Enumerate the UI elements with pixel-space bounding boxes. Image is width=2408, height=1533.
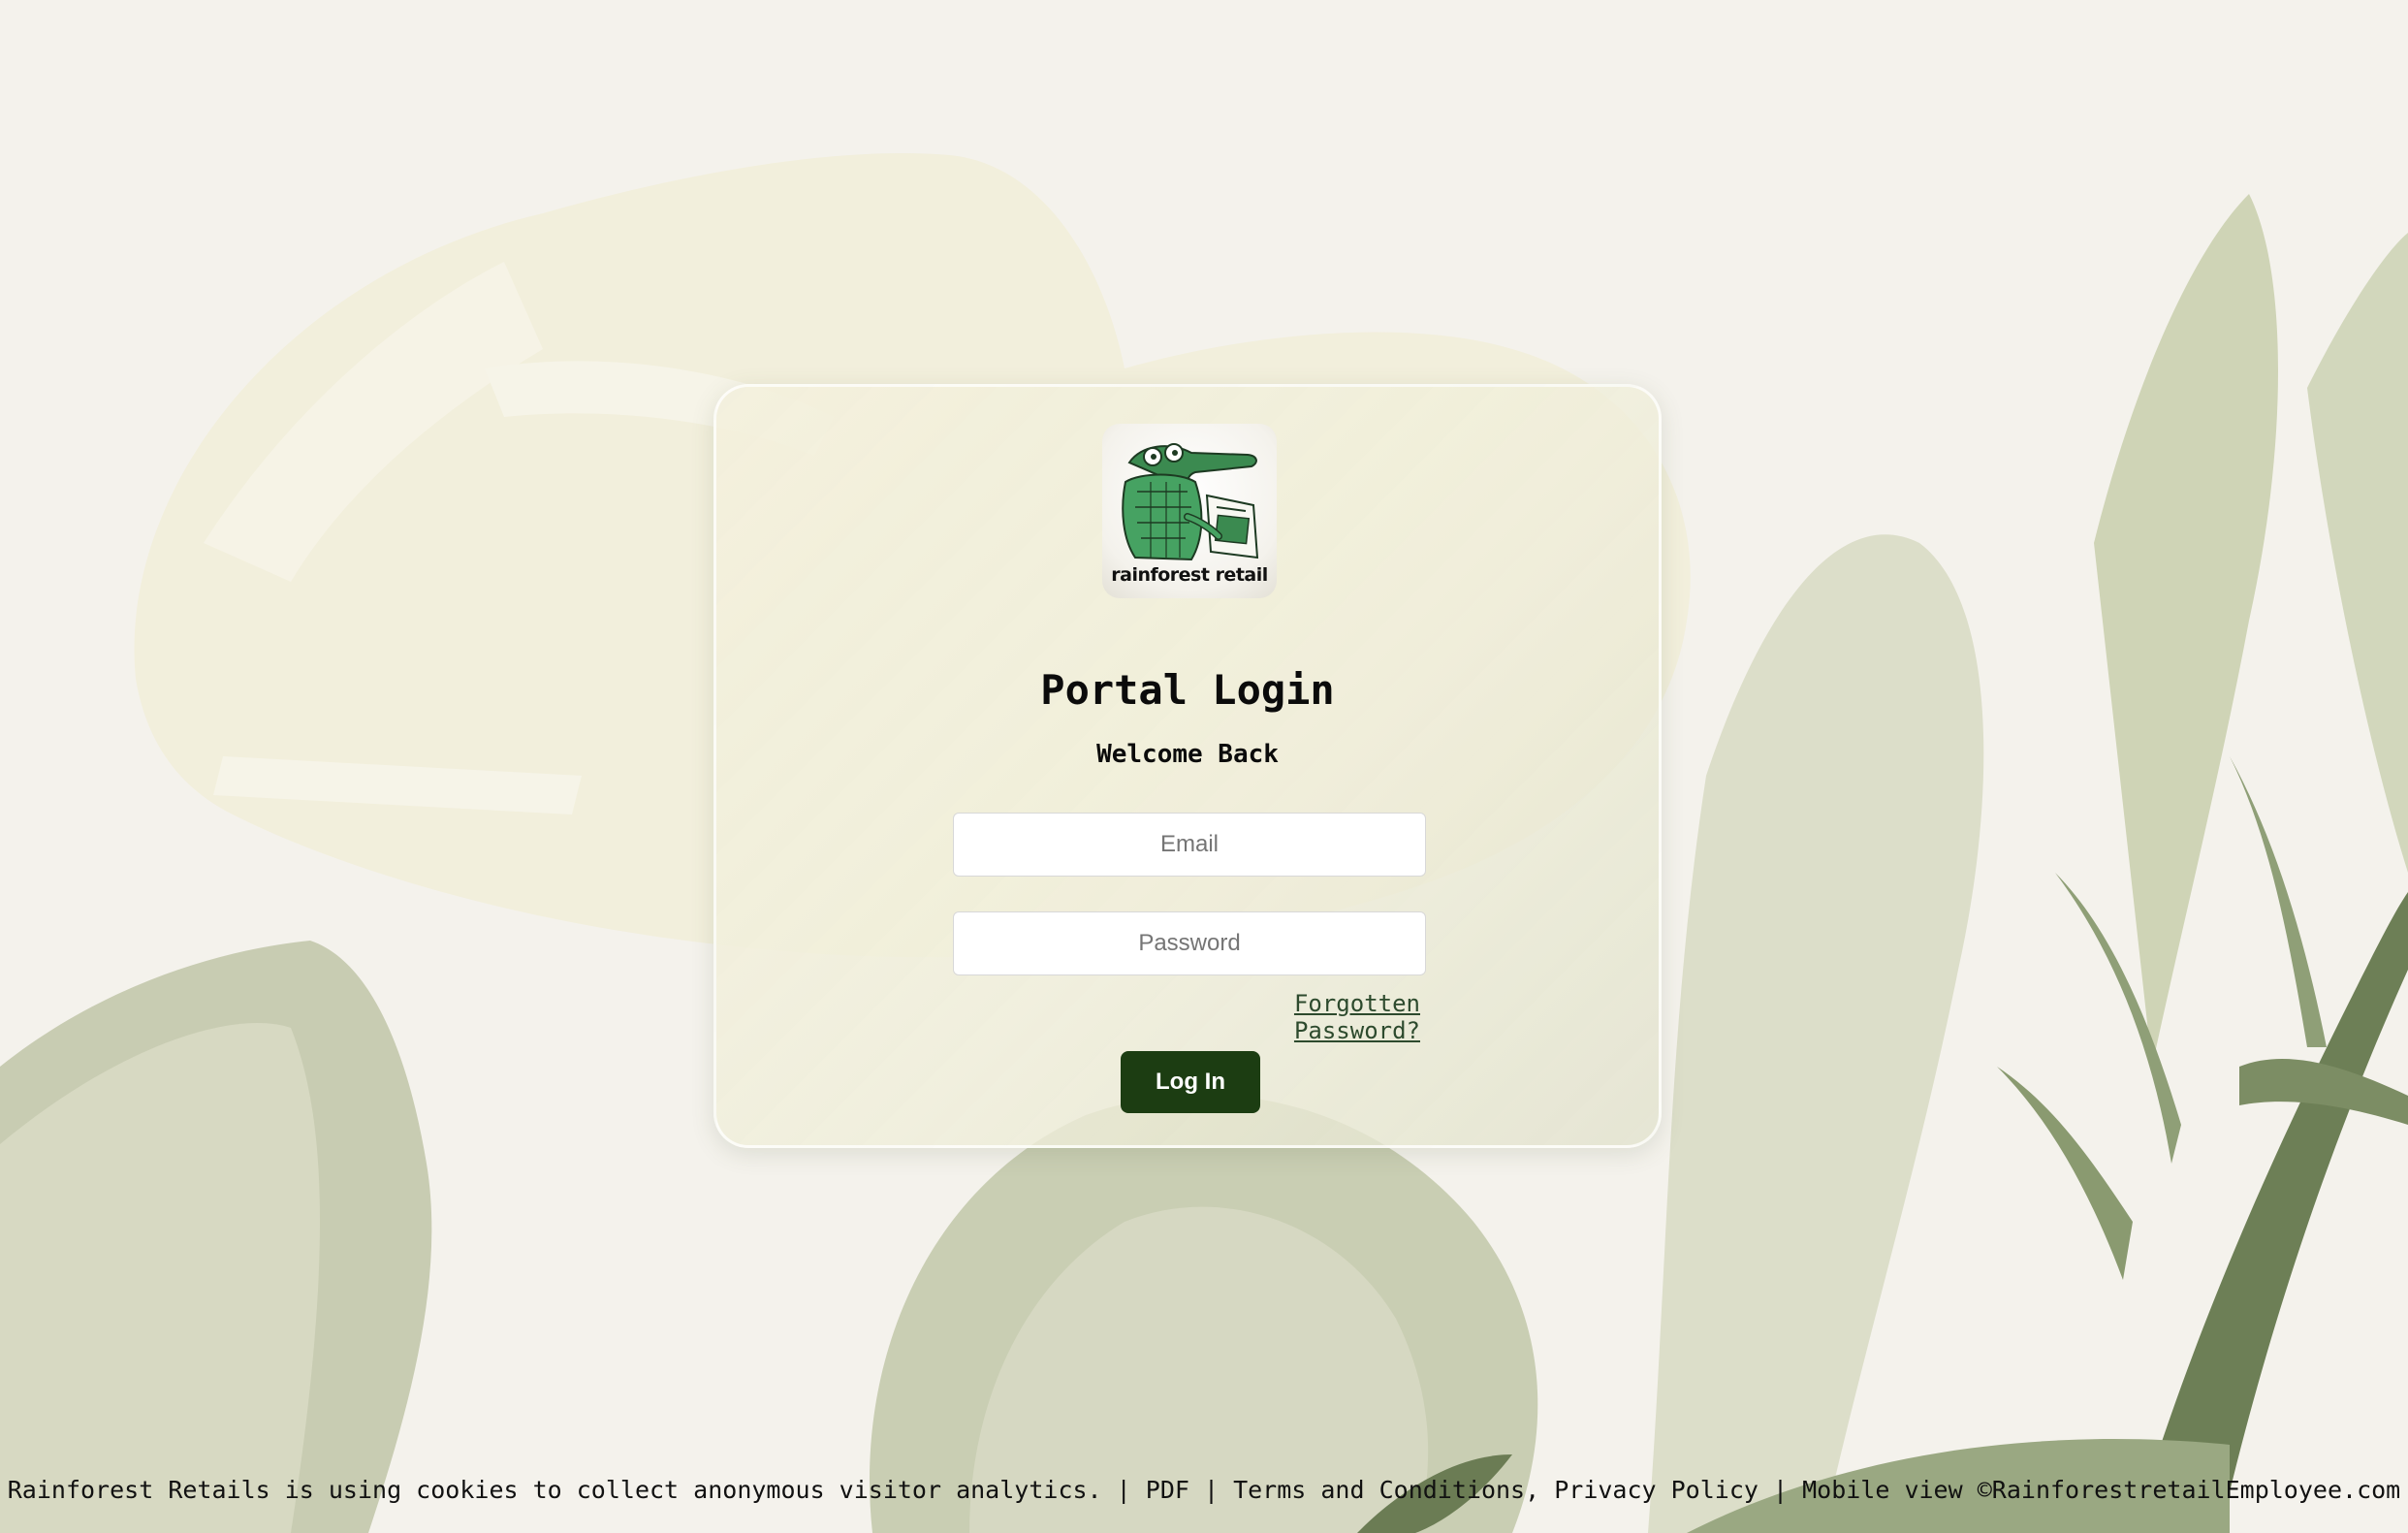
terms-link[interactable]: Terms and Conditions xyxy=(1233,1476,1525,1504)
footer-separator xyxy=(1963,1476,1978,1504)
footer-separator: , xyxy=(1525,1476,1555,1504)
forgot-password-link[interactable]: Forgotten Password? xyxy=(1168,990,1420,1044)
login-button[interactable]: Log In xyxy=(1121,1051,1260,1113)
privacy-policy-link[interactable]: Privacy Policy xyxy=(1554,1476,1758,1504)
copyright-text: ©RainforestretailEmployee.com xyxy=(1977,1476,2401,1504)
footer: Rainforest Retails is using cookies to c… xyxy=(0,1476,2408,1504)
email-input[interactable] xyxy=(953,813,1426,877)
login-card: rainforest retail Portal Login Welcome B… xyxy=(713,384,1662,1148)
password-input[interactable] xyxy=(953,911,1426,975)
logo-text: rainforest retail xyxy=(1111,564,1268,586)
mobile-view-link[interactable]: Mobile view xyxy=(1802,1476,1963,1504)
cookie-notice: Rainforest Retails is using cookies to c… xyxy=(7,1476,1102,1504)
page-subtitle: Welcome Back xyxy=(1096,740,1279,769)
brand-logo: rainforest retail xyxy=(1102,424,1277,598)
footer-separator: | xyxy=(1758,1476,1803,1504)
page-title: Portal Login xyxy=(1040,666,1335,714)
pdf-link[interactable]: PDF xyxy=(1146,1476,1189,1504)
footer-separator: | xyxy=(1188,1476,1234,1504)
footer-separator: | xyxy=(1101,1476,1146,1504)
